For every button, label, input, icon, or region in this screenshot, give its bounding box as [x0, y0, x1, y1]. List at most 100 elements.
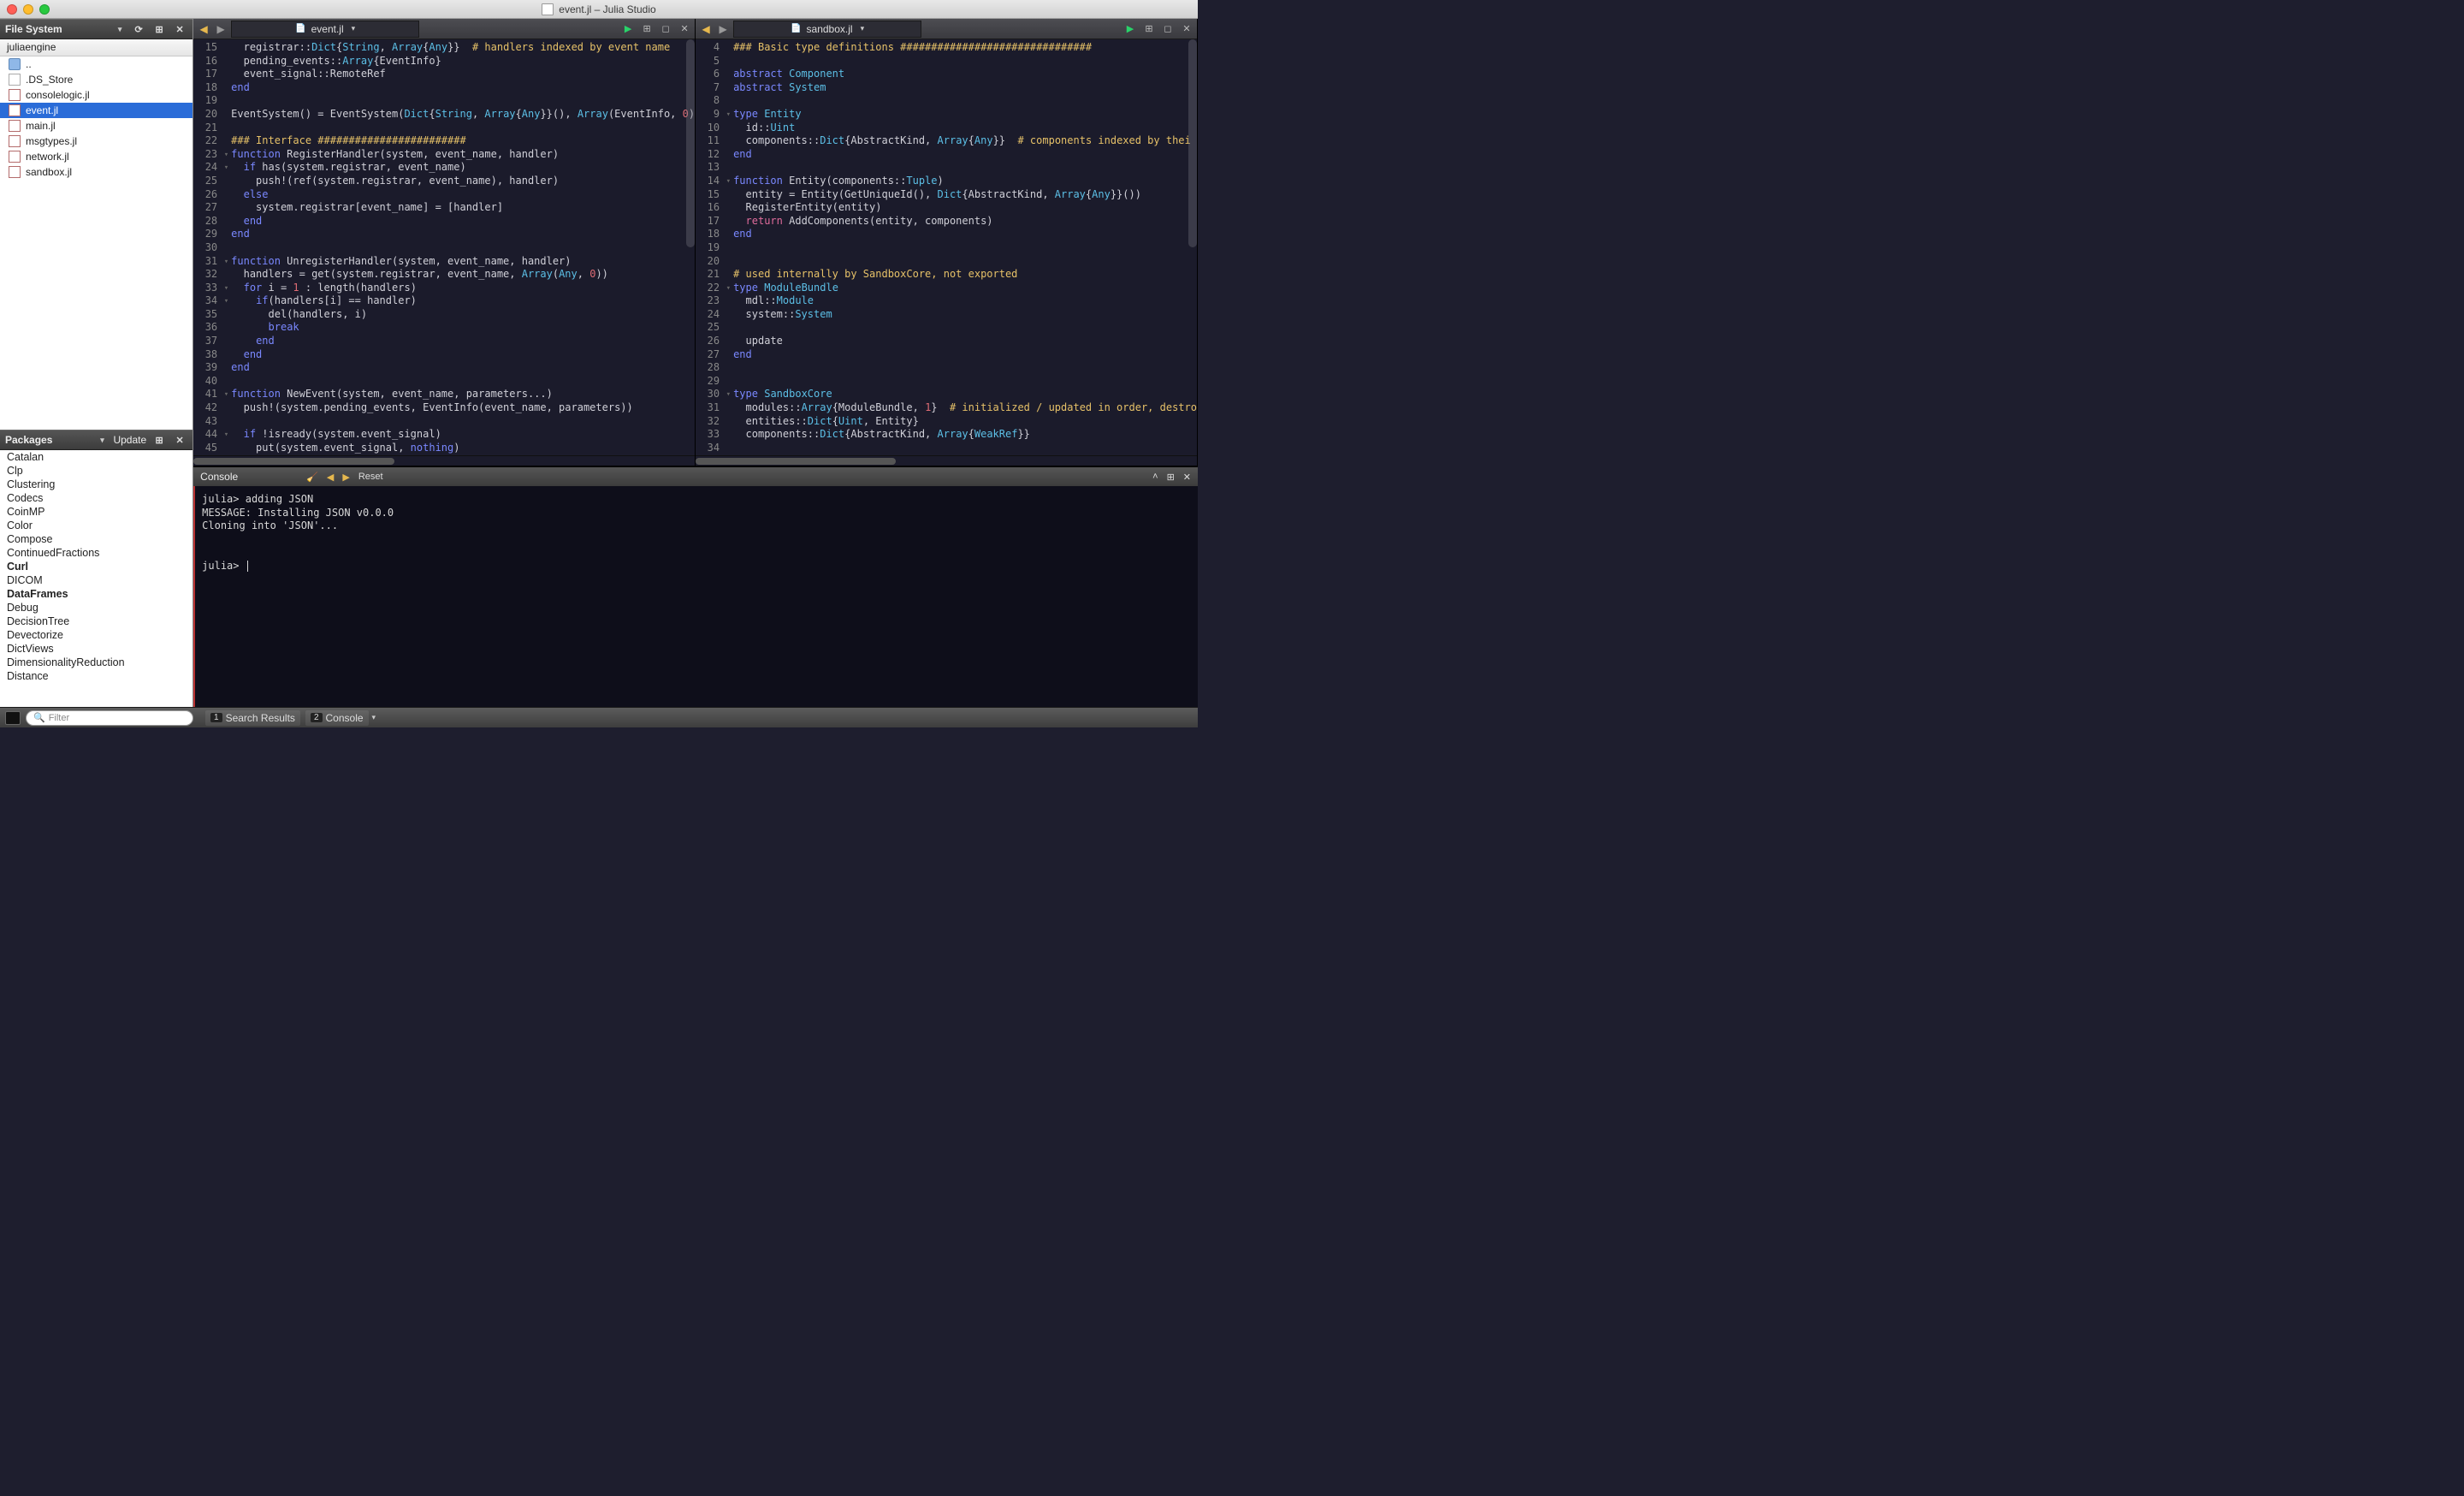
console-next-icon[interactable]: ▶: [342, 472, 349, 483]
package-item[interactable]: Devectorize: [0, 628, 192, 642]
filesystem-item-label: network.jl: [26, 151, 69, 163]
package-item[interactable]: Clp: [0, 464, 192, 478]
folder-icon: [9, 58, 21, 70]
package-item[interactable]: DictViews: [0, 642, 192, 656]
console-prev-icon[interactable]: ◀: [327, 472, 334, 483]
editor-tab-label: sandbox.jl: [807, 23, 853, 35]
package-item[interactable]: DataFrames: [0, 587, 192, 601]
filesystem-item[interactable]: consolelogic.jl: [0, 87, 192, 103]
filesystem-item-label: event.jl: [26, 104, 58, 116]
package-item[interactable]: Codecs: [0, 491, 192, 505]
code-area[interactable]: registrar::Dict{String, Array{Any}} # ha…: [231, 39, 695, 455]
filesystem-item-label: sandbox.jl: [26, 166, 72, 178]
filesystem-item-label: msgtypes.jl: [26, 135, 77, 147]
filter-placeholder: Filter: [49, 713, 69, 723]
status-tab-label: Search Results: [226, 712, 295, 724]
filesystem-tree[interactable]: .. .DS_Store consolelogic.jl event.jl main.j…: [0, 56, 192, 430]
close-tab-icon[interactable]: ✕: [1180, 22, 1194, 36]
filesystem-item[interactable]: msgtypes.jl: [0, 134, 192, 149]
console-close-icon[interactable]: ✕: [1183, 472, 1191, 483]
editor-body[interactable]: 456789▾1011121314▾1516171819202122▾23242…: [696, 39, 1197, 455]
chevron-down-icon[interactable]: ▾: [352, 24, 356, 33]
console-collapse-icon[interactable]: ˄: [1152, 472, 1158, 482]
filesystem-item-label: .DS_Store: [26, 74, 73, 86]
status-toggle-button[interactable]: [5, 711, 21, 725]
filesystem-item[interactable]: .DS_Store: [0, 72, 192, 87]
packages-title: Packages: [5, 434, 52, 446]
editor-body[interactable]: 151617181920212223▾24▾25262728293031▾323…: [193, 39, 695, 455]
filesystem-item-label: main.jl: [26, 120, 56, 132]
file-icon: [9, 104, 21, 116]
status-tab[interactable]: 2Console: [305, 710, 369, 726]
package-item[interactable]: DimensionalityReduction: [0, 656, 192, 669]
nav-back-icon[interactable]: ◀: [197, 22, 210, 36]
console-reset-button[interactable]: Reset: [358, 472, 383, 482]
chevron-down-icon[interactable]: ▾: [861, 24, 865, 33]
close-window-button[interactable]: [7, 4, 17, 15]
editor-tab[interactable]: 📄event.jl▾: [231, 21, 419, 38]
filesystem-item[interactable]: ..: [0, 56, 192, 72]
package-item[interactable]: Curl: [0, 560, 192, 573]
package-item[interactable]: Distance: [0, 669, 192, 683]
filesystem-item[interactable]: event.jl: [0, 103, 192, 118]
horizontal-scrollbar[interactable]: [696, 455, 1197, 466]
editor-tab[interactable]: 📄 sandbox.jl ▾: [733, 21, 921, 38]
vertical-scrollbar[interactable]: [1188, 39, 1197, 247]
packages-list[interactable]: CatalanClpClusteringCodecsCoinMPColorCom…: [0, 450, 192, 707]
filesystem-root[interactable]: juliaengine: [0, 39, 192, 56]
filesystem-title: File System: [5, 23, 62, 35]
document-icon: [542, 3, 554, 15]
filesystem-sync-button[interactable]: ⟳: [131, 22, 146, 36]
filesystem-split-button[interactable]: ⊞: [151, 22, 167, 36]
minimize-window-button[interactable]: [23, 4, 33, 15]
popout-icon[interactable]: ◻: [659, 22, 672, 36]
file-icon: [9, 135, 21, 147]
packages-update-button[interactable]: Update: [113, 434, 146, 446]
popout-icon[interactable]: ◻: [1161, 22, 1175, 36]
package-item[interactable]: Catalan: [0, 450, 192, 464]
filesystem-menu-button[interactable]: [110, 22, 126, 36]
split-icon[interactable]: ⊞: [1142, 22, 1156, 36]
vertical-scrollbar[interactable]: [686, 39, 695, 247]
package-item[interactable]: Clustering: [0, 478, 192, 491]
filesystem-item[interactable]: main.jl: [0, 118, 192, 134]
run-icon[interactable]: ▶: [1123, 22, 1137, 36]
status-tabs-more-icon[interactable]: ▾: [372, 713, 376, 722]
close-tab-icon[interactable]: ✕: [678, 22, 691, 36]
package-item[interactable]: DecisionTree: [0, 614, 192, 628]
filter-input[interactable]: 🔍 Filter: [26, 710, 193, 726]
file-icon: 📄: [791, 24, 801, 33]
window-controls: [7, 4, 50, 15]
nav-back-icon[interactable]: ◀: [699, 22, 713, 36]
code-area[interactable]: ### Basic type definitions #############…: [733, 39, 1197, 455]
package-item[interactable]: CoinMP: [0, 505, 192, 519]
filesystem-item[interactable]: network.jl: [0, 149, 192, 164]
packages-menu-button[interactable]: [92, 433, 108, 447]
file-icon: [9, 74, 21, 86]
line-gutter: 456789▾1011121314▾1516171819202122▾23242…: [696, 39, 733, 455]
filesystem-item-label: consolelogic.jl: [26, 89, 90, 101]
filesystem-close-button[interactable]: ✕: [172, 22, 187, 36]
editor-tab-label: event.jl: [311, 23, 344, 35]
package-item[interactable]: Debug: [0, 601, 192, 614]
package-item[interactable]: Compose: [0, 532, 192, 546]
package-item[interactable]: Color: [0, 519, 192, 532]
run-icon[interactable]: ▶: [621, 22, 635, 36]
split-icon[interactable]: ⊞: [640, 22, 654, 36]
nav-fwd-icon[interactable]: ▶: [716, 22, 730, 36]
status-tab-number: 1: [210, 713, 222, 722]
zoom-window-button[interactable]: [39, 4, 50, 15]
horizontal-scrollbar[interactable]: [193, 455, 695, 466]
filesystem-item[interactable]: sandbox.jl: [0, 164, 192, 180]
status-tab[interactable]: 1 Search Results: [205, 710, 300, 726]
nav-fwd-icon[interactable]: ▶: [214, 22, 228, 36]
console-split-icon[interactable]: ⊞: [1167, 472, 1175, 483]
package-item[interactable]: ContinuedFractions: [0, 546, 192, 560]
filesystem-panel-header: File System ⟳ ⊞ ✕: [0, 19, 192, 39]
package-item[interactable]: DICOM: [0, 573, 192, 587]
packages-close-button[interactable]: ✕: [172, 433, 187, 447]
console-output[interactable]: julia> adding JSON MESSAGE: Installing J…: [193, 486, 1198, 707]
packages-split-button[interactable]: ⊞: [151, 433, 167, 447]
console-clear-icon[interactable]: 🧹: [306, 472, 318, 483]
window-title: event.jl – Julia Studio: [559, 3, 655, 15]
